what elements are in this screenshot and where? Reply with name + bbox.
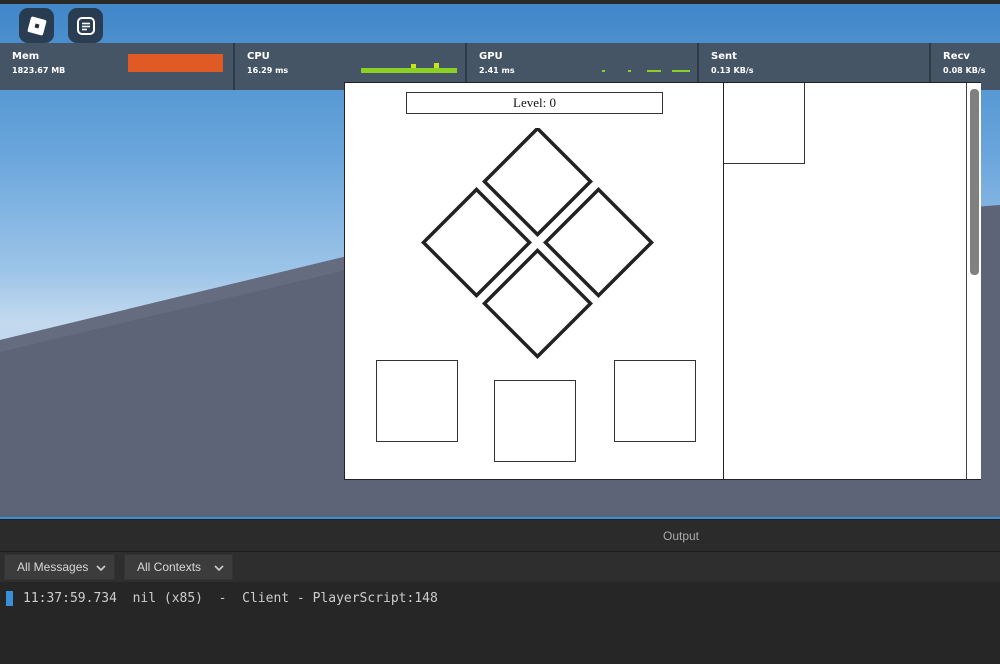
chat-button[interactable] — [68, 8, 103, 43]
mem-graph — [128, 54, 223, 72]
stat-cpu-name: CPU — [247, 51, 270, 62]
game-viewport[interactable]: Mem 1823.67 MB CPU 16.29 ms GPU 2.41 ms — [0, 0, 1000, 519]
stat-cpu-value: 16.29 ms — [247, 66, 289, 75]
chevron-down-icon — [96, 565, 106, 572]
choice-box-left[interactable] — [376, 360, 458, 442]
cpu-graph — [361, 63, 457, 73]
stat-gpu-name: GPU — [479, 51, 503, 62]
gpu-graph — [602, 70, 690, 72]
stat-mem-name: Mem — [12, 51, 40, 62]
stat-recv-value: 0.08 KB/s — [943, 66, 986, 75]
stat-sent-value: 0.13 KB/s — [711, 66, 754, 75]
window-top-strip — [0, 0, 1000, 4]
output-toolbar: All Messages All Contexts — [0, 552, 1000, 582]
roblox-menu-button[interactable] — [19, 8, 54, 43]
stat-gpu-value: 2.41 ms — [479, 66, 515, 75]
choice-box-right[interactable] — [614, 360, 696, 442]
context-filter-dropdown[interactable]: All Contexts — [124, 554, 233, 580]
scrollbar-thumb[interactable] — [970, 89, 979, 275]
stat-mem-value: 1823.67 MB — [12, 66, 66, 75]
chat-icon — [76, 16, 95, 35]
chevron-down-icon — [214, 565, 224, 572]
stat-recv-name: Recv — [943, 51, 970, 62]
side-preview-box — [724, 83, 805, 164]
level-label: Level: 0 — [406, 92, 663, 114]
context-filter-label: All Contexts — [137, 560, 202, 574]
game-gui-panel: Level: 0 — [344, 82, 981, 480]
log-entry-marker — [6, 590, 13, 606]
roblox-logo-icon — [27, 16, 46, 35]
output-title: Output — [662, 529, 700, 543]
choice-box-center[interactable] — [494, 380, 576, 462]
stat-sent-name: Sent — [711, 51, 737, 62]
viewport-border — [0, 517, 1000, 519]
output-log[interactable]: 11:37:59.734 nil (x85) - Client - Player… — [0, 582, 1000, 664]
log-entry[interactable]: 11:37:59.734 nil (x85) - Client - Player… — [6, 589, 438, 607]
scrollbar-track[interactable] — [966, 83, 981, 479]
output-panel-header: Output — [0, 520, 1000, 552]
diamond-tiles — [420, 128, 655, 360]
message-filter-label: All Messages — [17, 560, 89, 574]
message-filter-dropdown[interactable]: All Messages — [4, 554, 115, 580]
log-entry-text: 11:37:59.734 nil (x85) - Client - Player… — [23, 590, 438, 606]
stat-mem[interactable]: Mem 1823.67 MB — [0, 43, 235, 90]
